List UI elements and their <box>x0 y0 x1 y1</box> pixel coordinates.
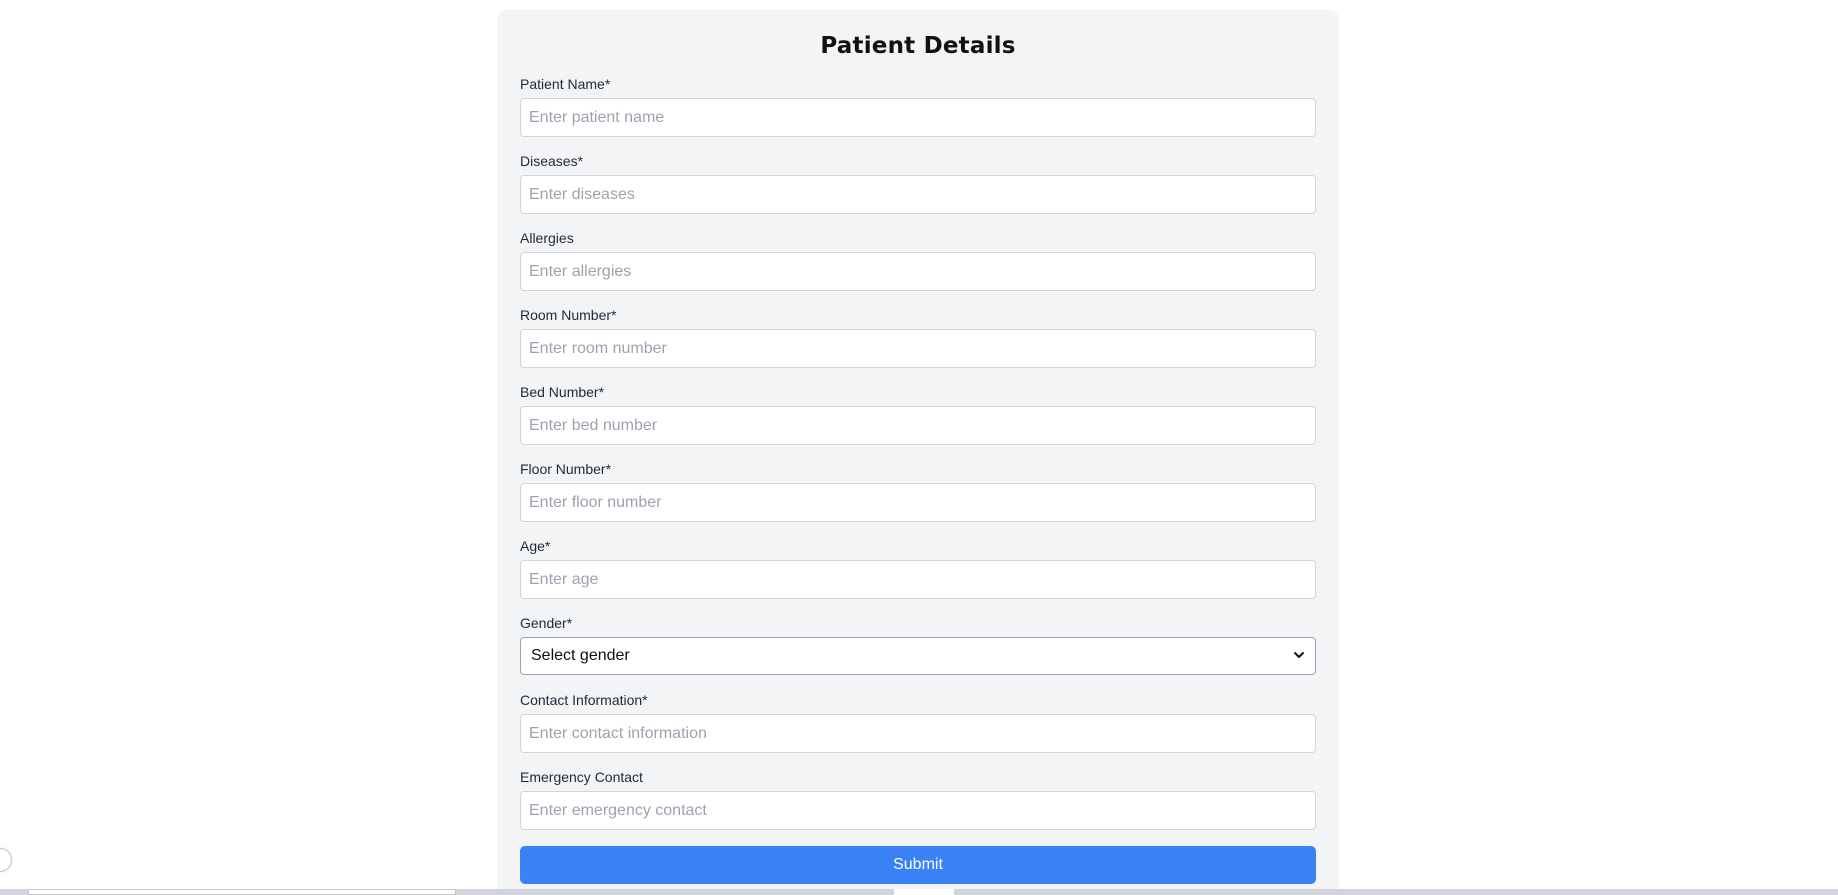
patient-name-label: Patient Name* <box>520 76 611 92</box>
gender-select[interactable]: Select gender <box>520 637 1316 675</box>
field-patient-name: Patient Name* <box>520 76 1316 153</box>
emergency-contact-input[interactable] <box>520 791 1316 830</box>
gender-selected-value: Select gender <box>531 647 630 664</box>
field-emergency-contact: Emergency Contact <box>520 769 1316 846</box>
patient-name-input[interactable] <box>520 98 1316 137</box>
page: Patient Details Patient Name* Diseases* … <box>0 0 1838 895</box>
room-number-input[interactable] <box>520 329 1316 368</box>
field-room-number: Room Number* <box>520 307 1316 384</box>
horizontal-scrollbar[interactable] <box>0 889 1838 895</box>
field-diseases: Diseases* <box>520 153 1316 230</box>
contact-information-label: Contact Information* <box>520 692 648 708</box>
field-floor-number: Floor Number* <box>520 461 1316 538</box>
floor-number-input[interactable] <box>520 483 1316 522</box>
room-number-label: Room Number* <box>520 307 617 323</box>
emergency-contact-label: Emergency Contact <box>520 769 643 785</box>
floor-number-label: Floor Number* <box>520 461 612 477</box>
scrollbar-segment <box>28 889 456 895</box>
age-input[interactable] <box>520 560 1316 599</box>
field-gender: Gender* Select gender <box>520 615 1316 692</box>
field-bed-number: Bed Number* <box>520 384 1316 461</box>
scrollbar-thumb[interactable] <box>894 889 954 895</box>
gender-label: Gender* <box>520 615 573 631</box>
bed-number-input[interactable] <box>520 406 1316 445</box>
bed-number-label: Bed Number* <box>520 384 605 400</box>
side-toggle-handle[interactable] <box>0 848 12 872</box>
age-label: Age* <box>520 538 551 554</box>
contact-information-input[interactable] <box>520 714 1316 753</box>
chevron-down-icon <box>1294 652 1304 658</box>
field-allergies: Allergies <box>520 230 1316 307</box>
patient-details-form: Patient Details Patient Name* Diseases* … <box>497 10 1339 895</box>
allergies-label: Allergies <box>520 230 574 246</box>
form-title: Patient Details <box>820 33 1016 59</box>
submit-button[interactable]: Submit <box>520 846 1316 884</box>
allergies-input[interactable] <box>520 252 1316 291</box>
diseases-label: Diseases* <box>520 153 584 169</box>
field-contact-information: Contact Information* <box>520 692 1316 769</box>
field-age: Age* <box>520 538 1316 615</box>
diseases-input[interactable] <box>520 175 1316 214</box>
